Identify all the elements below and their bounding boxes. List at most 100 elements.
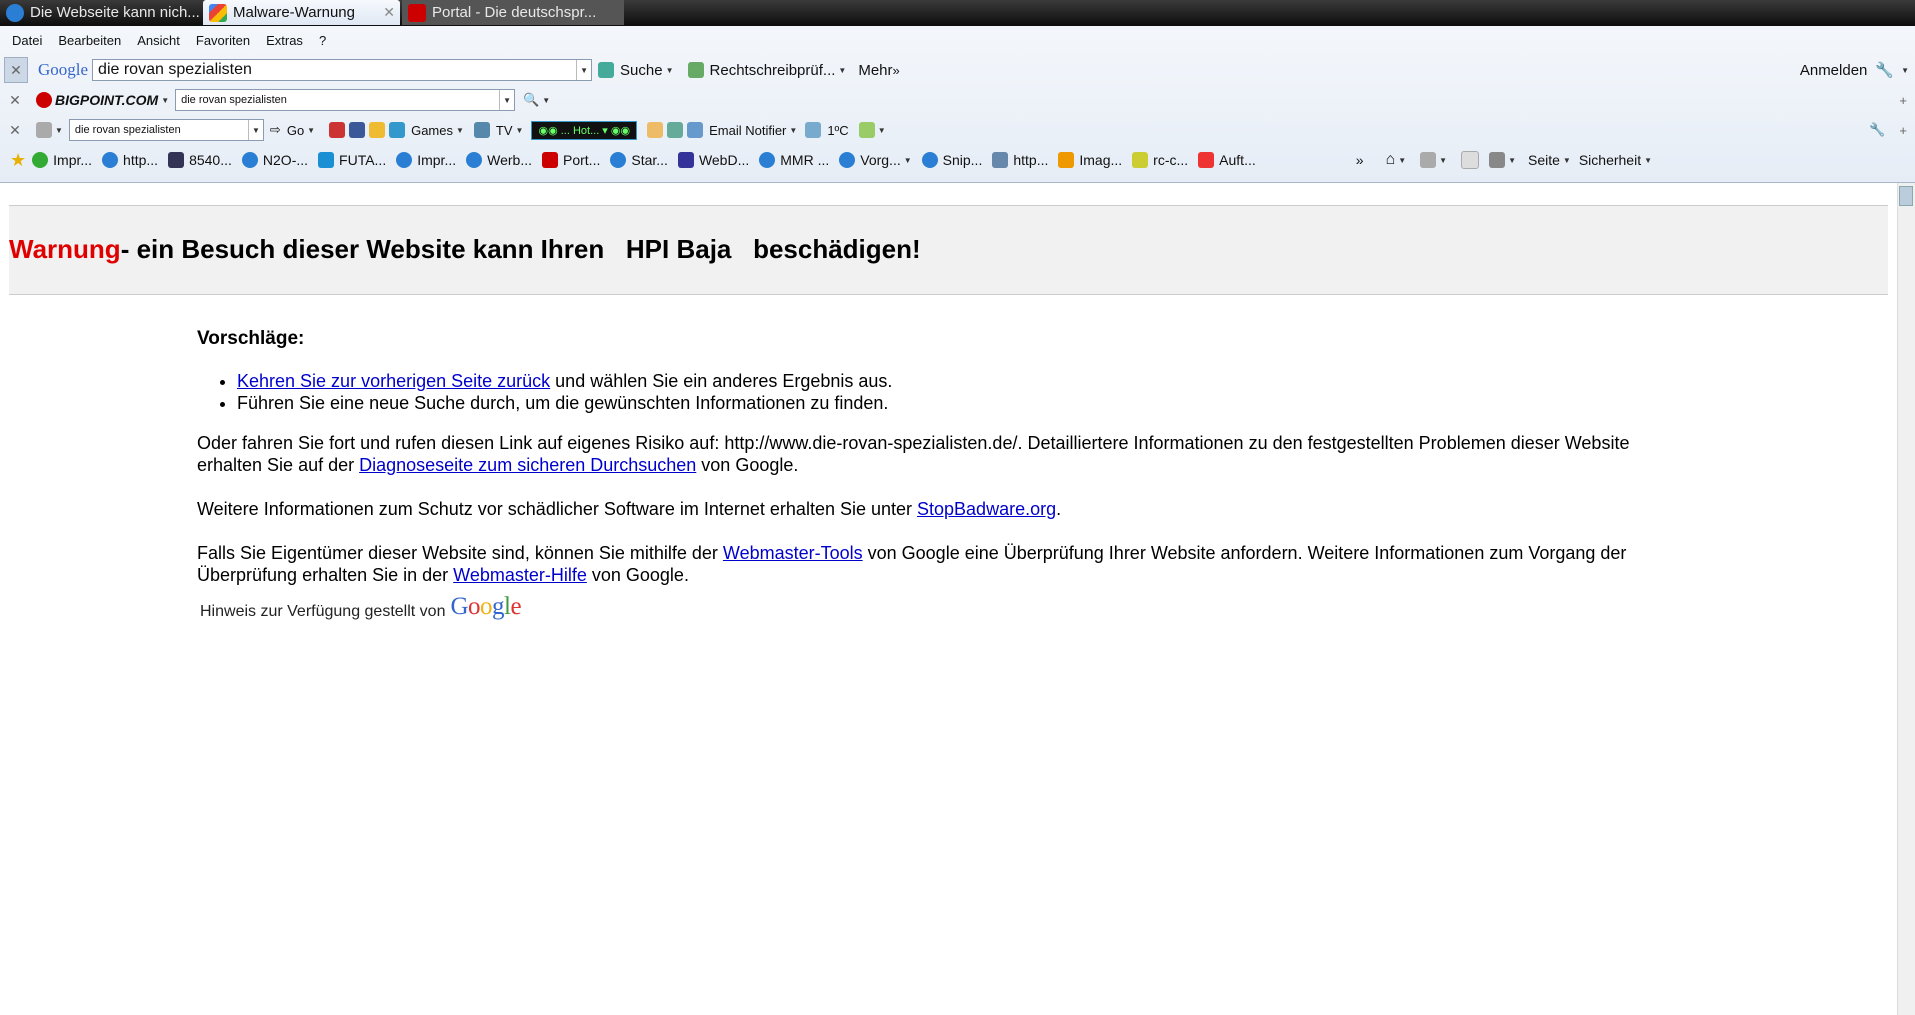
close-toolbar-icon[interactable]: ✕ xyxy=(4,122,26,139)
page-menu[interactable]: Seite xyxy=(1528,152,1560,168)
webmaster-help-link[interactable]: Webmaster-Hilfe xyxy=(453,565,587,585)
favorite-icon xyxy=(318,152,335,168)
more-button[interactable]: Mehr xyxy=(858,62,892,79)
chevron-down-icon[interactable]: ▼ xyxy=(499,90,514,110)
favorite-label: FUTA... xyxy=(339,152,387,168)
add-icon[interactable]: + xyxy=(1899,93,1907,108)
paragraph-text: Weitere Informationen zum Schutz vor sch… xyxy=(197,499,918,519)
favorite-icon xyxy=(32,152,49,168)
spellcheck-button[interactable]: Rechtschreibprüf... xyxy=(710,62,836,79)
stopbadware-link[interactable]: StopBadware.org xyxy=(917,499,1056,519)
favorite-item[interactable]: Snip... xyxy=(921,152,982,168)
favorite-item[interactable]: WebD... xyxy=(677,152,750,168)
tab-malware-warnung[interactable]: Malware-Warnung ✕ xyxy=(203,0,400,25)
wrench-icon[interactable]: 🔧 xyxy=(1869,122,1885,138)
third-search-value: die rovan spezialisten xyxy=(74,124,181,136)
menu-extras[interactable]: Extras xyxy=(266,33,303,48)
signin-button[interactable]: Anmelden xyxy=(1800,62,1868,79)
favorite-item[interactable]: Star... xyxy=(610,152,668,168)
provided-by-text: Hinweis zur Verfügung gestellt von xyxy=(200,603,446,620)
temperature[interactable]: 1ºC xyxy=(827,123,848,138)
favorites-star-icon[interactable]: ★ xyxy=(10,150,26,171)
favorite-item[interactable]: http... xyxy=(992,152,1048,168)
paragraph-text: von Google. xyxy=(586,565,689,585)
go-back-link[interactable]: Kehren Sie zur vorherigen Seite zurück xyxy=(237,371,550,391)
close-toolbar-icon[interactable]: ✕ xyxy=(4,57,28,83)
suggestions-heading: Vorschläge: xyxy=(197,328,305,349)
photo-icon[interactable] xyxy=(667,122,684,138)
webmaster-tools-link[interactable]: Webmaster-Tools xyxy=(723,543,863,563)
email-notifier-button[interactable]: Email Notifier xyxy=(709,123,786,138)
google-search-input[interactable]: die rovan spezialisten ▼ xyxy=(92,59,593,81)
favorite-label: WebD... xyxy=(698,152,750,168)
radio-player[interactable]: ◉◉ ... Hot... ▾ ◉◉ xyxy=(531,120,638,140)
google-search-button[interactable]: Suche xyxy=(620,62,663,79)
favorite-item[interactable]: Impr... xyxy=(32,152,92,168)
favorite-label: 8540... xyxy=(189,152,232,168)
third-toolbar: ✕ ▼ die rovan spezialisten ▼ ⇨ Go ▼ Games… xyxy=(0,117,1915,143)
bigpoint-search-input[interactable]: die rovan spezialisten ▼ xyxy=(175,89,516,111)
favorite-item[interactable]: Impr... xyxy=(396,152,456,168)
smiley-icon[interactable] xyxy=(369,122,386,138)
menu-datei[interactable]: Datei xyxy=(12,33,42,48)
home-icon[interactable]: ⌂ xyxy=(1386,151,1396,169)
tab-portal[interactable]: Portal - Die deutschspr... xyxy=(402,0,624,25)
add-icon[interactable]: + xyxy=(1899,123,1907,138)
third-search-input[interactable]: die rovan spezialisten ▼ xyxy=(68,119,264,141)
favorite-item[interactable]: MMR ... xyxy=(759,152,829,168)
favorite-item[interactable]: Auft... xyxy=(1198,152,1256,168)
favorite-item[interactable]: FUTA... xyxy=(318,152,386,168)
close-tab-icon[interactable]: ✕ xyxy=(383,4,395,21)
close-toolbar-icon[interactable]: ✕ xyxy=(4,92,26,109)
addon-icon[interactable] xyxy=(858,122,875,138)
search-icon[interactable]: 🔍 xyxy=(523,92,539,108)
menu-bearbeiten[interactable]: Bearbeiten xyxy=(58,33,121,48)
tab-webseite[interactable]: Die Webseite kann nich... xyxy=(0,0,200,25)
browser-chrome: Datei Bearbeiten Ansicht Favoriten Extra… xyxy=(0,26,1915,183)
favorite-item[interactable]: 8540... xyxy=(168,152,232,168)
favorite-item[interactable]: rc-c... xyxy=(1132,152,1188,168)
radio-station: ... Hot... xyxy=(560,124,600,137)
toolbar-logo-icon xyxy=(36,122,52,138)
spellcheck-icon xyxy=(687,62,704,78)
favorite-label: Werb... xyxy=(487,152,532,168)
chevron-down-icon[interactable]: ▼ xyxy=(576,60,591,80)
favorite-item[interactable]: http... xyxy=(102,152,158,168)
favorite-item[interactable]: Imag... xyxy=(1058,152,1122,168)
scrollbar-thumb[interactable] xyxy=(1899,186,1913,206)
ie-icon xyxy=(241,152,258,168)
security-menu[interactable]: Sicherheit xyxy=(1579,152,1641,168)
favorite-item[interactable]: N2O-... xyxy=(241,152,308,168)
menu-help[interactable]: ? xyxy=(319,33,326,48)
rss-icon xyxy=(992,152,1009,168)
suggestions-list: Kehren Sie zur vorherigen Seite zurück u… xyxy=(197,370,1697,414)
facebook-icon[interactable] xyxy=(349,122,366,138)
more-favorites-icon[interactable]: » xyxy=(1356,152,1364,168)
main-content: Vorschläge: Kehren Sie zur vorherigen Se… xyxy=(197,328,1697,608)
warning-prefix: Warnung xyxy=(9,234,121,264)
rss-feed-icon[interactable] xyxy=(1420,152,1437,168)
favorite-item[interactable]: Port... xyxy=(542,152,600,168)
read-mail-icon[interactable] xyxy=(1461,151,1480,169)
tab-label: Portal - Die deutschspr... xyxy=(432,4,597,21)
games-button[interactable]: Games xyxy=(411,123,453,138)
bigpoint-logo-icon xyxy=(36,92,52,108)
wrench-icon[interactable]: 🔧 xyxy=(1875,61,1894,79)
favorite-item[interactable]: Vorg... ▼ xyxy=(839,152,912,168)
chat-icon[interactable] xyxy=(647,122,664,138)
bigpoint-search-value: die rovan spezialisten xyxy=(181,94,287,106)
favorite-item[interactable]: Werb... xyxy=(466,152,532,168)
diagnostic-link[interactable]: Diagnoseseite zum sicheren Durchsuchen xyxy=(359,455,696,475)
chevron-down-icon[interactable]: ▼ xyxy=(247,120,263,140)
vertical-scrollbar[interactable] xyxy=(1897,183,1915,1015)
tv-button[interactable]: TV xyxy=(496,123,513,138)
proceed-paragraph: Oder fahren Sie fort und rufen diesen Li… xyxy=(197,432,1697,476)
double-chevron-icon: » xyxy=(892,62,900,78)
go-button[interactable]: Go xyxy=(287,123,304,138)
google-toolbar-logo: Google xyxy=(38,60,89,79)
youtube-icon[interactable] xyxy=(329,122,346,138)
menu-favoriten[interactable]: Favoriten xyxy=(196,33,250,48)
print-icon[interactable] xyxy=(1489,152,1506,168)
warning-text: - ein Besuch dieser Website kann Ihren H… xyxy=(120,234,921,264)
menu-ansicht[interactable]: Ansicht xyxy=(137,33,180,48)
